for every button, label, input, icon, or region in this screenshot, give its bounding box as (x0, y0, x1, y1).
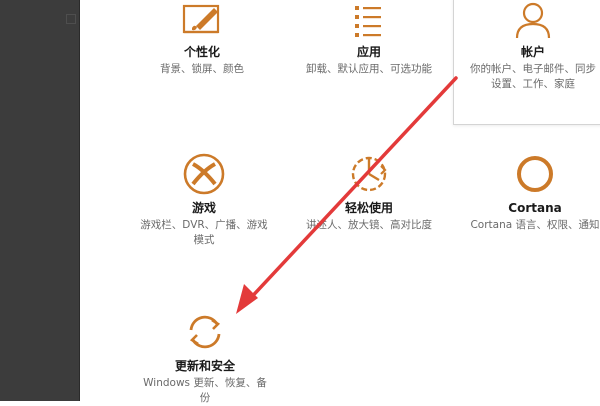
tile-description-line: 设置、工作、家庭 (491, 78, 575, 90)
tile-title: 应用 (356, 45, 381, 59)
tile-title: 个性化 (183, 45, 220, 59)
tile-description: 背景、锁屏、颜色 (160, 63, 244, 75)
personalization-icon (182, 4, 220, 34)
tile-description-line: Windows 更新、恢复、备 (143, 377, 267, 389)
window-icon (66, 14, 76, 24)
tile-title: 游戏 (191, 201, 216, 215)
tile-title: 轻松使用 (344, 201, 393, 215)
tile-description: 游戏栏、DVR、广播、游戏 模式 (124, 218, 284, 248)
tile-description-line: 游戏栏、DVR、广播、游戏 (140, 219, 268, 231)
ease-of-access-icon (351, 156, 387, 192)
tile-accounts[interactable]: 帐户 你的帐户、电子邮件、同步 设置、工作、家庭 (453, 2, 600, 92)
accounts-icon (515, 2, 551, 39)
tile-description-line: 模式 (193, 234, 215, 246)
tile-apps[interactable]: 应用 卸载、默认应用、可选功能 (289, 2, 449, 77)
tile-description: Cortana 语言、权限、通知 (470, 219, 600, 231)
tile-title: Cortana (508, 201, 562, 215)
tile-title: 更新和安全 (174, 359, 235, 373)
tile-description: 卸载、默认应用、可选功能 (306, 63, 432, 75)
tile-ease-of-access[interactable]: 轻松使用 讲述人、放大镜、高对比度 (289, 152, 449, 233)
xbox-gaming-icon (183, 153, 225, 195)
tile-description: Windows 更新、恢复、备 份 (125, 376, 285, 406)
tile-title: 帐户 (520, 45, 545, 59)
sidebar-divider (79, 0, 80, 401)
tile-cortana[interactable]: Cortana Cortana 语言、权限、通知 (455, 152, 600, 233)
tile-update-security[interactable]: 更新和安全 Windows 更新、恢复、备 份 (125, 310, 285, 406)
tile-personalization[interactable]: 个性化 背景、锁屏、颜色 (122, 2, 282, 77)
tile-description: 讲述人、放大镜、高对比度 (306, 219, 432, 231)
left-sidebar (0, 0, 79, 401)
tile-description-line: 份 (199, 392, 211, 404)
cortana-icon (517, 156, 553, 192)
tile-description-line: 你的帐户、电子邮件、同步 (470, 63, 596, 75)
tile-gaming[interactable]: 游戏 游戏栏、DVR、广播、游戏 模式 (124, 152, 284, 248)
update-security-icon (189, 315, 221, 349)
tile-description: 你的帐户、电子邮件、同步 设置、工作、家庭 (453, 62, 600, 92)
apps-icon (355, 6, 381, 37)
